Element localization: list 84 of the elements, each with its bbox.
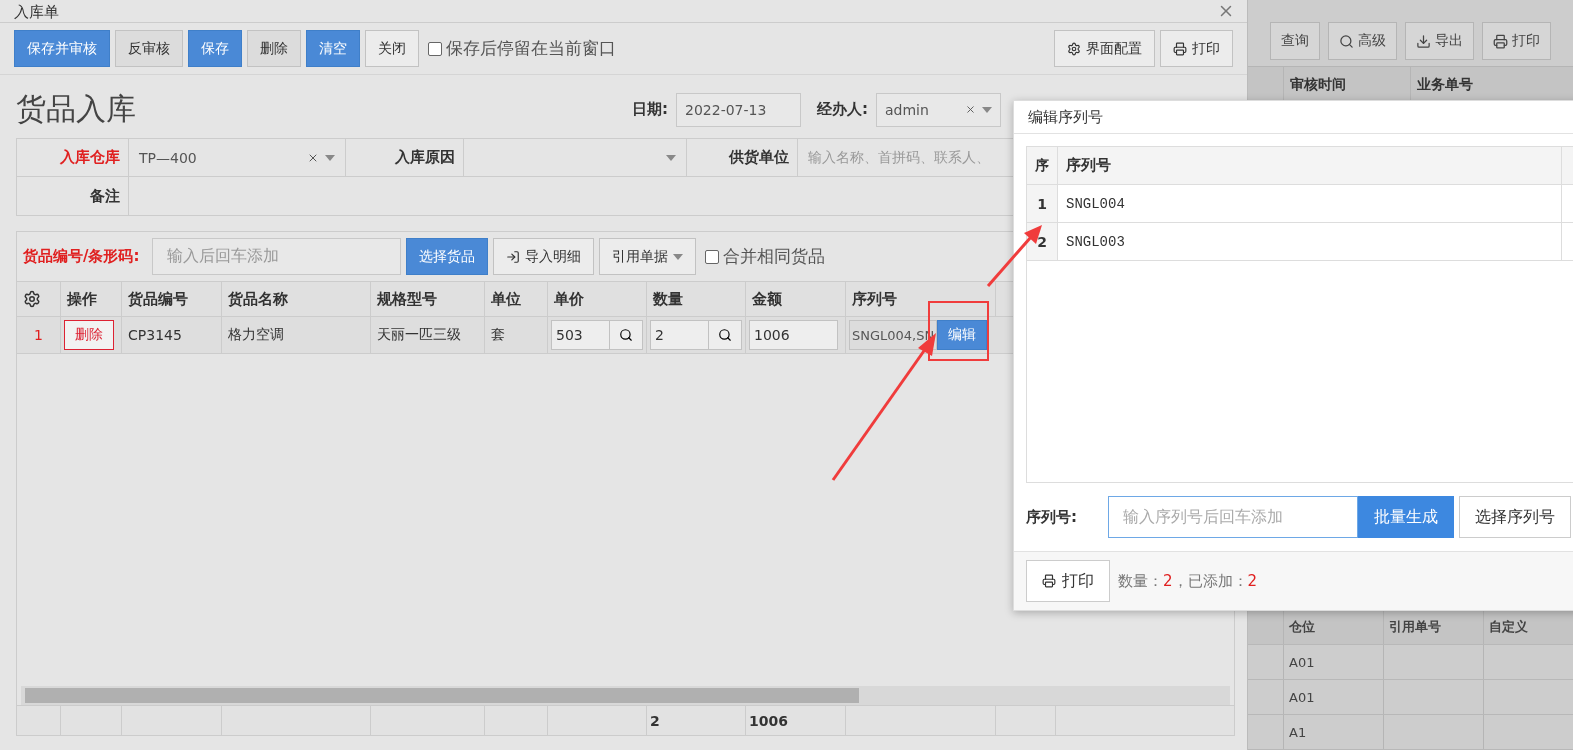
toolbar-button[interactable]: 清空: [306, 30, 360, 67]
printer-icon: [1042, 574, 1056, 588]
row-number: 1: [34, 327, 43, 343]
toolbar-button[interactable]: 查询: [1270, 22, 1320, 60]
edit-button[interactable]: 编辑: [937, 320, 988, 350]
column-header: 序列号: [846, 282, 996, 316]
table-cell-text: 天丽一匹三级: [376, 326, 462, 344]
column-header: 操作: [61, 282, 122, 316]
toolbar-button[interactable]: 反审核: [115, 30, 183, 67]
settings-icon: [1067, 41, 1081, 56]
date-field[interactable]: 2022-07-13: [676, 92, 801, 127]
amount-input[interactable]: 1006: [749, 320, 838, 350]
toolbar-button[interactable]: 保存: [188, 30, 242, 67]
table-cell: A01: [1283, 645, 1383, 679]
table-cell: A1: [1283, 715, 1383, 749]
select-field[interactable]: admin: [876, 92, 1001, 127]
toolbar-button[interactable]: 引用单据: [599, 238, 697, 275]
table-cell-text: CP3145: [127, 327, 183, 343]
column-header: 序列号: [1058, 147, 1562, 184]
search-icon: [718, 328, 732, 342]
caret-icon: [673, 253, 684, 260]
toolbar-button[interactable]: 导入明细: [493, 238, 595, 275]
table-cell-text: 套: [490, 326, 506, 344]
toolbar-button[interactable]: 导出: [1405, 22, 1474, 60]
row-number: 1: [1027, 185, 1058, 222]
search-icon: [619, 328, 633, 342]
count-label: 数量：: [1118, 571, 1163, 591]
added-label: ，已添加：: [1172, 571, 1248, 591]
stay-checkbox[interactable]: 保存后停留在当前窗口: [428, 37, 616, 60]
column-header: 规格型号: [371, 282, 485, 316]
printer-icon: [1173, 41, 1187, 56]
dialog-title: 编辑序列号: [1028, 107, 1103, 127]
price-input[interactable]: 503: [551, 320, 610, 350]
field-label: 经办人:: [817, 100, 868, 119]
column-header: 货品名称: [222, 282, 371, 316]
clear-icon[interactable]: [965, 104, 976, 115]
added-value: 2: [1247, 572, 1258, 590]
table-cell-text: 格力空调: [227, 326, 285, 344]
total-amount: 1006: [749, 712, 788, 729]
select-field[interactable]: TP—400: [129, 139, 346, 176]
print-button[interactable]: 打印: [1026, 560, 1110, 602]
column-header: 货品编号: [122, 282, 222, 316]
import-icon: [506, 249, 521, 264]
toolbar-button[interactable]: 选择货品: [406, 238, 489, 275]
field-label: 日期:: [632, 100, 668, 119]
caret-icon: [666, 154, 676, 161]
merge-checkbox[interactable]: 合并相同货品: [705, 245, 826, 268]
quantity-input[interactable]: 2: [650, 320, 709, 350]
column-header: 单价: [548, 282, 647, 316]
scrollbar[interactable]: [21, 686, 1230, 705]
toolbar-button[interactable]: 保存并审核: [14, 30, 110, 67]
settings-icon[interactable]: [23, 290, 41, 308]
field-label: 供货单位: [687, 139, 798, 176]
toolbar-button[interactable]: 打印: [1160, 30, 1233, 67]
table-cell: A01: [1283, 680, 1383, 714]
field-label: 入库原因: [346, 139, 464, 176]
caret-icon: [982, 106, 992, 113]
field-label: 入库仓库: [17, 139, 129, 176]
toolbar-button[interactable]: 界面配置: [1054, 30, 1155, 67]
toolbar-button[interactable]: 删除: [247, 30, 301, 67]
table-cell: SNGL003: [1058, 223, 1562, 260]
caret-icon: [325, 154, 335, 161]
field-label: 货品编号/条形码:: [23, 247, 140, 266]
page-heading: 货品入库: [16, 90, 137, 128]
select-button[interactable]: 选择序列号: [1459, 496, 1571, 538]
delete-button[interactable]: 删除: [64, 320, 114, 350]
column-header: 金额: [746, 282, 846, 316]
table-cell: SNGL004: [1058, 185, 1562, 222]
search-icon: [1339, 33, 1354, 49]
count-value: 2: [1163, 572, 1173, 590]
search-button[interactable]: [610, 320, 643, 350]
window-title: 入库单: [14, 5, 59, 20]
generate-button[interactable]: 批量生成: [1358, 496, 1454, 538]
toolbar-button[interactable]: 打印: [1482, 22, 1551, 60]
column-header: 单位: [485, 282, 548, 316]
field-label: 序列号:: [1026, 507, 1078, 527]
field-label: 备注: [17, 177, 129, 215]
total-quantity: 2: [650, 712, 660, 729]
column-header: 数量: [647, 282, 746, 316]
printer-icon: [1493, 33, 1508, 49]
toolbar-button[interactable]: 高级: [1328, 22, 1397, 60]
toolbar-button[interactable]: 关闭: [365, 30, 419, 67]
download-icon: [1416, 33, 1431, 49]
search-button[interactable]: [709, 320, 742, 350]
